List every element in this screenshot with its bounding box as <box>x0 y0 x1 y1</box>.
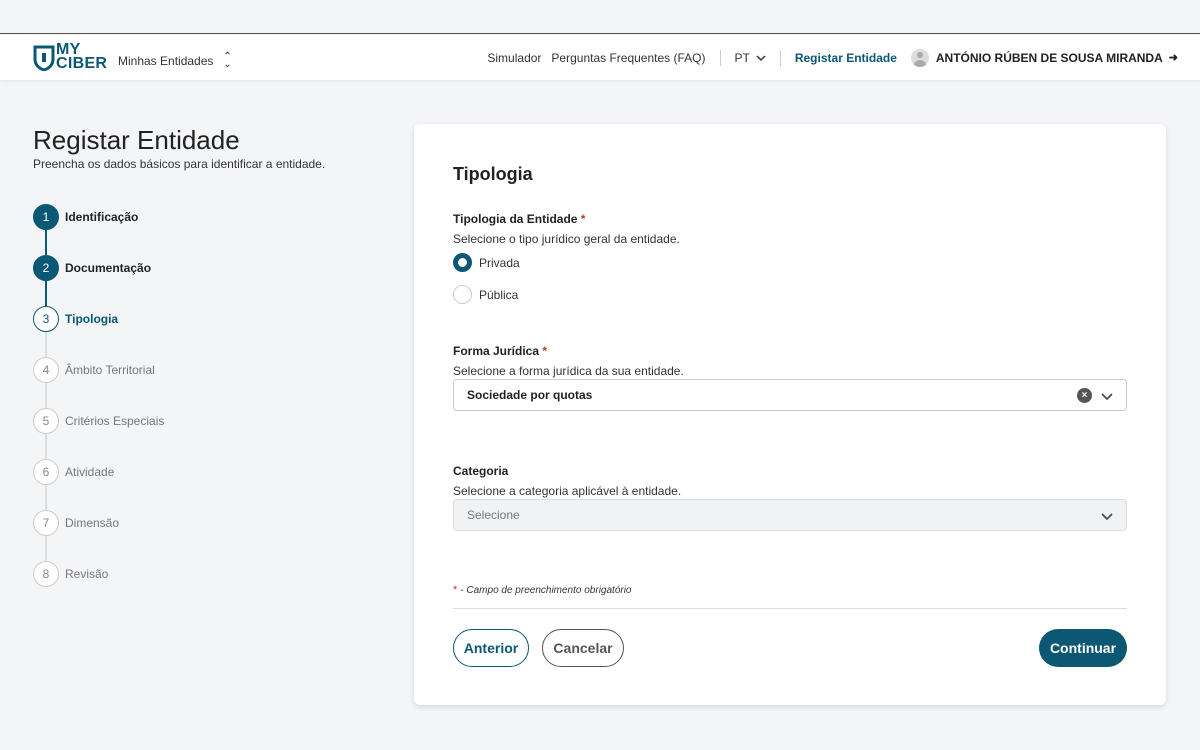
step-label: Documentação <box>65 261 152 275</box>
logout-icon[interactable]: ➜ <box>1169 51 1178 64</box>
radio-privada-label: Privada <box>479 255 520 270</box>
step-label: Atividade <box>65 465 115 479</box>
form-divider <box>453 608 1127 609</box>
step-number: 4 <box>33 357 59 383</box>
form-card: Tipologia Tipologia da Entidade * Seleci… <box>414 124 1166 705</box>
clear-icon[interactable]: × <box>1077 388 1092 403</box>
step-identificacao[interactable]: 1 Identificação <box>33 204 333 230</box>
page-title: Registar Entidade <box>33 125 240 155</box>
step-connector <box>45 281 47 306</box>
nav-faq-link[interactable]: Perguntas Frequentes (FAQ) <box>551 51 705 65</box>
required-mark: * <box>453 584 458 596</box>
radio-privada[interactable]: Privada <box>453 253 520 272</box>
step-label: Dimensão <box>65 516 120 530</box>
mycyber-logo[interactable]: MY CIBER <box>33 42 108 73</box>
chevron-down-icon <box>1101 393 1113 401</box>
language-selector[interactable]: PT <box>735 51 766 65</box>
step-label: Critérios Especiais <box>65 414 165 428</box>
radio-selected-icon <box>453 253 472 272</box>
browser-top-strip <box>0 0 1200 34</box>
chevron-down-icon <box>756 54 766 61</box>
entities-label: Minhas Entidades <box>118 54 214 68</box>
step-label: Revisão <box>65 567 109 581</box>
required-note: * - Campo de preenchimento obrigatório <box>453 584 632 596</box>
cancel-button[interactable]: Cancelar <box>542 629 624 667</box>
categoria-label: Categoria <box>453 464 509 478</box>
step-connector <box>45 383 47 408</box>
step-number: 5 <box>33 408 59 434</box>
required-mark: * <box>580 212 586 226</box>
forma-juridica-value: Sociedade por quotas <box>467 388 593 402</box>
step-label: Identificação <box>65 210 139 224</box>
updown-chevron-icon: ⌃ ⌄ <box>223 51 232 70</box>
step-number: 2 <box>33 255 59 281</box>
categoria-placeholder: Selecione <box>467 508 520 522</box>
categoria-select[interactable]: Selecione <box>453 499 1127 531</box>
step-number: 6 <box>33 459 59 485</box>
step-connector <box>45 536 47 561</box>
shield-logo-icon <box>33 45 55 71</box>
section-title: Tipologia <box>453 164 533 184</box>
page-subtitle: Preencha os dados básicos para identific… <box>33 157 326 171</box>
step-number: 1 <box>33 204 59 230</box>
user-name: ANTÓNIO RÚBEN DE SOUSA MIRANDA <box>935 50 1163 65</box>
entities-switcher[interactable]: Minhas Entidades ⌃ ⌄ <box>118 51 232 70</box>
avatar <box>910 48 929 67</box>
logo-text: MY CIBER <box>56 42 108 72</box>
step-connector <box>45 485 47 510</box>
required-mark: * <box>542 344 548 358</box>
nav-divider <box>779 49 781 66</box>
forma-juridica-help: Selecione a forma jurídica da sua entida… <box>453 364 684 378</box>
nav-register-entity-link[interactable]: Registar Entidade <box>795 51 897 65</box>
step-label: Âmbito Territorial <box>65 363 155 377</box>
previous-button[interactable]: Anterior <box>453 629 529 667</box>
language-label: PT <box>734 50 750 65</box>
step-number: 8 <box>33 561 59 587</box>
required-note-text: - Campo de preenchimento obrigatório <box>460 585 632 596</box>
categoria-help: Selecione a categoria aplicável à entida… <box>453 484 682 498</box>
chevron-down-icon <box>1101 513 1113 521</box>
step-label: Tipologia <box>65 312 119 326</box>
nav-simulator-link[interactable]: Simulador <box>487 51 541 65</box>
radio-publica-label: Pública <box>479 287 519 302</box>
continue-button[interactable]: Continuar <box>1039 629 1127 667</box>
user-menu[interactable]: ANTÓNIO RÚBEN DE SOUSA MIRANDA ➜ <box>910 48 1178 67</box>
radio-publica[interactable]: Pública <box>453 285 518 304</box>
step-revisao: 8 Revisão <box>33 561 333 587</box>
app-header: MY CIBER Minhas Entidades ⌃ ⌄ Simulador P… <box>0 35 1200 80</box>
step-criterios-especiais: 5 Critérios Especiais <box>33 408 333 434</box>
step-connector <box>45 434 47 459</box>
step-connector <box>45 332 47 357</box>
step-ambito-territorial: 4 Âmbito Territorial <box>33 357 333 383</box>
step-number: 3 <box>33 306 59 332</box>
step-number: 7 <box>33 510 59 536</box>
radio-unselected-icon <box>453 285 472 304</box>
top-nav: Simulador Perguntas Frequentes (FAQ) PT … <box>477 35 1178 80</box>
step-atividade: 6 Atividade <box>33 459 333 485</box>
forma-juridica-label: Forma Jurídica * <box>453 344 547 358</box>
forma-juridica-label-text: Forma Jurídica <box>453 344 540 358</box>
forma-juridica-select[interactable]: Sociedade por quotas × <box>453 379 1127 411</box>
step-dimensao: 7 Dimensão <box>33 510 333 536</box>
tipologia-help: Selecione o tipo jurídico geral da entid… <box>453 232 680 246</box>
step-documentacao[interactable]: 2 Documentação <box>33 255 333 281</box>
step-tipologia[interactable]: 3 Tipologia <box>33 306 333 332</box>
logo-line2: CIBER <box>56 55 108 72</box>
step-connector <box>45 230 47 255</box>
tipologia-label-text: Tipologia da Entidade <box>453 212 578 226</box>
nav-divider <box>719 49 721 66</box>
tipologia-label: Tipologia da Entidade * <box>453 212 585 226</box>
